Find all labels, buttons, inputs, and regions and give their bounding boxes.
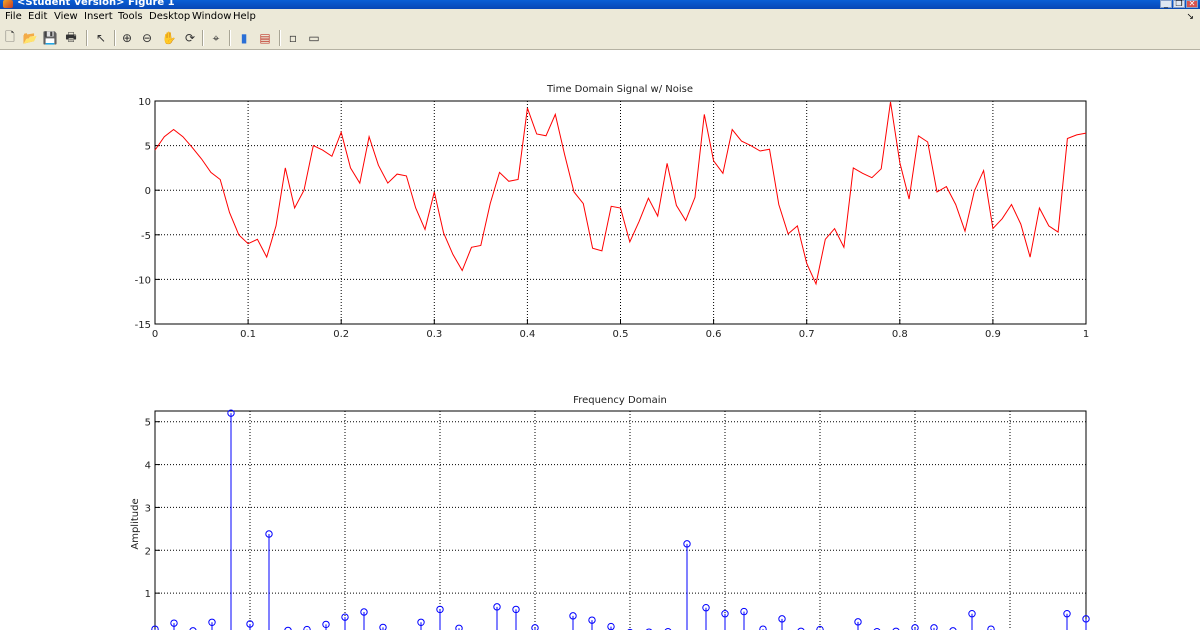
menu-insert[interactable]: Insert	[84, 11, 113, 22]
close-button[interactable]: ✕	[1186, 0, 1198, 8]
time-x-tick-label: 0.8	[892, 329, 908, 340]
time-plot-title: Time Domain Signal w/ Noise	[546, 84, 693, 95]
time-x-tick-label: 1	[1083, 329, 1089, 340]
colorbar-icon[interactable]: ▮	[236, 30, 252, 46]
data-cursor-icon[interactable]: ⌖	[208, 30, 224, 46]
minimize-button[interactable]: _	[1160, 0, 1172, 8]
time-x-tick-label: 0.2	[333, 329, 349, 340]
pointer-icon[interactable]: ↖	[93, 30, 109, 46]
time-domain-axes[interactable]: Time Domain Signal w/ Noise 0 0.1 0.2 0.3 0.…	[135, 84, 1090, 340]
time-y-tick-label: -10	[135, 275, 151, 286]
figure-toolbar: 🗋 📂 💾 🖶 ↖ ⊕ ⊖ ✋ ⟳ ⌖ ▮ ▤ ▫ ▭	[0, 27, 1200, 50]
new-figure-icon[interactable]: 🗋	[2, 30, 18, 46]
figure-canvas: Time Domain Signal w/ Noise 0 0.1 0.2 0.3 0.…	[130, 84, 1090, 630]
time-y-tick-label: -5	[141, 231, 151, 242]
frequency-plot-area	[155, 411, 1086, 630]
time-x-tick-label: 0.3	[426, 329, 442, 340]
time-y-tick-label: 5	[145, 142, 151, 153]
time-y-tick-label: -15	[135, 320, 151, 331]
time-x-tick-label: 0.1	[240, 329, 256, 340]
menu-view[interactable]: View	[54, 11, 78, 22]
window-title: <Student Version> Figure 1	[17, 0, 175, 8]
time-x-tick-label: 0.9	[985, 329, 1001, 340]
toolbar-separator	[279, 30, 281, 46]
legend-icon[interactable]: ▤	[257, 30, 273, 46]
time-x-tick-label: 0.5	[613, 329, 629, 340]
rotate-3d-icon[interactable]: ⟳	[182, 30, 198, 46]
frequency-y-tick-label: 1	[145, 589, 151, 600]
time-x-tick-label: 0.7	[799, 329, 815, 340]
menu-desktop[interactable]: Desktop	[149, 11, 190, 22]
frequency-domain-axes[interactable]: Frequency Domain Amplitude 5 4 3 2 1	[130, 395, 1090, 630]
menu-edit[interactable]: Edit	[28, 11, 47, 22]
time-x-tick-label: 0.4	[519, 329, 535, 340]
toolbar-separator	[86, 30, 88, 46]
toolbar-separator	[114, 30, 116, 46]
save-icon[interactable]: 💾	[42, 30, 58, 46]
frequency-y-tick-label: 5	[145, 418, 151, 429]
frequency-ylabel: Amplitude	[130, 498, 141, 549]
dock-arrow-icon[interactable]: ↘	[1186, 12, 1194, 22]
time-x-tick-label: 0.6	[706, 329, 722, 340]
toolbar-separator	[202, 30, 204, 46]
frequency-plot-title: Frequency Domain	[573, 395, 667, 406]
menu-bar: File Edit View Insert Tools Desktop Wind…	[0, 9, 1200, 27]
matlab-logo-icon	[3, 0, 13, 8]
show-plot-tools-icon[interactable]: ▭	[306, 30, 322, 46]
hide-plot-tools-icon[interactable]: ▫	[285, 30, 301, 46]
toolbar-separator	[229, 30, 231, 46]
menu-help[interactable]: Help	[233, 11, 256, 22]
frequency-y-tick-label: 3	[145, 503, 151, 514]
time-y-tick-label: 10	[138, 97, 151, 108]
zoom-in-icon[interactable]: ⊕	[119, 30, 135, 46]
menu-tools[interactable]: Tools	[118, 11, 143, 22]
window-title-bar: <Student Version> Figure 1 _ ❐ ✕	[0, 0, 1200, 9]
menu-file[interactable]: File	[5, 11, 22, 22]
pan-hand-icon[interactable]: ✋	[161, 30, 177, 46]
restore-button[interactable]: ❐	[1173, 0, 1185, 8]
frequency-y-tick-label: 2	[145, 546, 151, 557]
time-x-tick-label: 0	[152, 329, 158, 340]
zoom-out-icon[interactable]: ⊖	[139, 30, 155, 46]
time-y-tick-label: 0	[145, 186, 151, 197]
print-icon[interactable]: 🖶	[63, 30, 79, 46]
frequency-y-tick-label: 4	[145, 461, 151, 472]
menu-window[interactable]: Window	[192, 11, 231, 22]
open-file-icon[interactable]: 📂	[22, 30, 38, 46]
